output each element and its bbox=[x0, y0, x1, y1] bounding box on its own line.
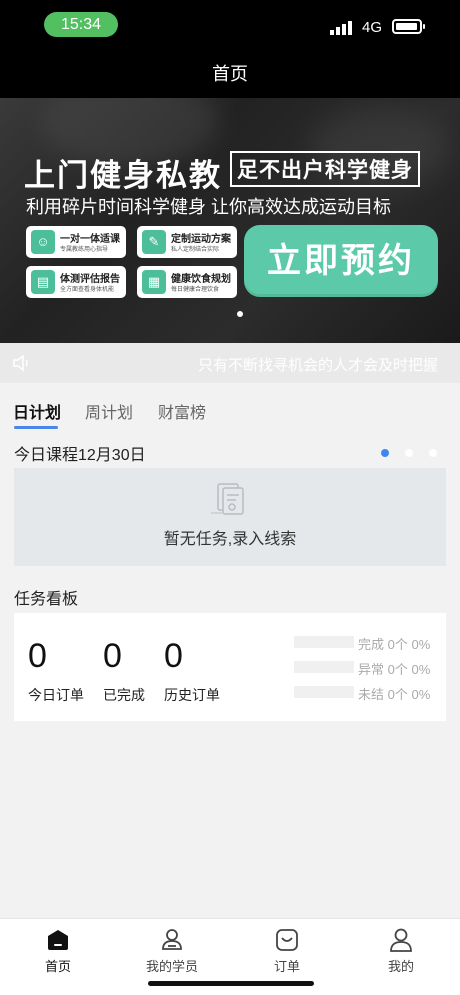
bar-label: 未结 bbox=[358, 687, 385, 702]
feature-card: ▤ 体测评估报告 全方面查看身体机能 bbox=[26, 266, 126, 298]
feature-card: ☺ 一对一体适课 专属教练用心指导 bbox=[26, 226, 126, 258]
feature-title: 体测评估报告 bbox=[60, 274, 120, 285]
stat-today-orders-label: 今日订单 bbox=[28, 687, 84, 703]
progress-bar bbox=[294, 636, 354, 648]
task-board-title: 任务看板 bbox=[14, 591, 79, 608]
profile-icon bbox=[390, 928, 412, 952]
feature-desc: 每日健康合理饮食 bbox=[171, 287, 220, 293]
feature-card: ✎ 定制运动方案 私人定制结合实际 bbox=[137, 226, 237, 258]
book-now-button[interactable]: 立即预约 bbox=[244, 225, 438, 297]
progress-bar bbox=[294, 686, 354, 698]
notice-bar: 只有不断找寻机会的人才会及时把握 bbox=[0, 343, 460, 383]
feature-desc: 私人定制结合实际 bbox=[171, 247, 220, 253]
stat-today-orders-value: 0 bbox=[28, 637, 47, 675]
students-icon bbox=[162, 929, 182, 950]
page-title: 首页 bbox=[0, 50, 460, 98]
bottom-tab-label: 首页 bbox=[44, 959, 71, 974]
home-indicator bbox=[148, 981, 314, 986]
progress-row-complete: 完成 0个 0% bbox=[294, 635, 444, 652]
plan-tabs: 日计划 周计划 财富榜 bbox=[0, 383, 460, 433]
empty-task-card[interactable]: 暂无任务,录入线索 bbox=[14, 468, 446, 566]
speaker-icon bbox=[13, 354, 28, 372]
tab-weekly-plan[interactable]: 周计划 bbox=[85, 399, 133, 423]
bottom-tab-orders[interactable]: 订单 bbox=[247, 927, 327, 975]
report-icon: ▤ bbox=[31, 270, 55, 294]
bottom-tab-label: 我的 bbox=[387, 959, 414, 974]
tab-daily-plan[interactable]: 日计划 bbox=[13, 399, 61, 423]
bar-percent: 0% bbox=[411, 662, 431, 677]
empty-document-icon bbox=[211, 483, 244, 515]
status-time: 15:34 bbox=[44, 12, 118, 37]
progress-row-abnormal: 异常 0个 0% bbox=[294, 660, 444, 677]
stat-completed-label: 已完成 bbox=[103, 687, 145, 703]
course-title: 今日课程12月30日 bbox=[14, 447, 146, 464]
feature-desc: 专属教练用心指导 bbox=[60, 247, 109, 253]
order-icon bbox=[276, 929, 298, 951]
bar-percent: 0% bbox=[411, 687, 431, 702]
status-bar: 15:34 4G bbox=[0, 0, 460, 50]
progress-bar bbox=[294, 661, 354, 673]
task-board: 0 今日订单 0 已完成 0 历史订单 完成 0个 0% 异常 0个 0% 未结… bbox=[14, 613, 446, 721]
promo-banner[interactable]: 上门健身私教 足不出户科学健身 利用碎片时间科学健身 让你高效达成运动目标 ☺ … bbox=[0, 98, 460, 343]
bottom-tab-home[interactable]: 首页 bbox=[18, 927, 98, 975]
notice-text: 只有不断找寻机会的人才会及时把握 bbox=[198, 357, 439, 374]
signal-icon bbox=[330, 19, 354, 35]
bar-count: 0个 bbox=[387, 637, 408, 652]
bar-label: 完成 bbox=[358, 637, 385, 652]
home-icon bbox=[48, 930, 68, 950]
person-icon: ☺ bbox=[31, 230, 55, 254]
progress-row-unsettled: 未结 0个 0% bbox=[294, 685, 444, 702]
page-dot[interactable] bbox=[405, 449, 413, 457]
tab-wealth-rank[interactable]: 财富榜 bbox=[158, 399, 206, 423]
feature-title: 定制运动方案 bbox=[171, 234, 231, 245]
bottom-tab-label: 我的学员 bbox=[145, 959, 198, 974]
empty-task-text: 暂无任务,录入线索 bbox=[163, 531, 297, 548]
bar-percent: 0% bbox=[411, 637, 431, 652]
banner-subtitle: 利用碎片时间科学健身 让你高效达成运动目标 bbox=[26, 197, 391, 217]
stat-history-orders-value: 0 bbox=[164, 637, 183, 675]
bar-label: 异常 bbox=[358, 662, 385, 677]
tab-underline bbox=[14, 426, 58, 429]
banner-page-dot bbox=[237, 311, 243, 317]
bottom-tab-label: 订单 bbox=[273, 959, 300, 974]
stat-completed-value: 0 bbox=[103, 637, 122, 675]
bottom-tab-profile[interactable]: 我的 bbox=[361, 927, 441, 975]
feature-card: ▦ 健康饮食规划 每日健康合理饮食 bbox=[137, 266, 237, 298]
bottom-tab-students[interactable]: 我的学员 bbox=[132, 927, 212, 975]
bar-count: 0个 bbox=[387, 662, 408, 677]
bar-count: 0个 bbox=[387, 687, 408, 702]
page-dot[interactable] bbox=[429, 449, 437, 457]
page-dot-active[interactable] bbox=[381, 449, 389, 457]
feature-desc: 全方面查看身体机能 bbox=[60, 287, 115, 293]
feature-title: 一对一体适课 bbox=[60, 234, 120, 245]
feature-title: 健康饮食规划 bbox=[171, 274, 231, 285]
network-label: 4G bbox=[362, 19, 383, 36]
banner-title: 上门健身私教 bbox=[24, 158, 222, 193]
dumbbell-icon: ✎ bbox=[142, 230, 166, 254]
banner-tag: 足不出户科学健身 bbox=[230, 151, 420, 187]
battery-icon bbox=[392, 19, 425, 34]
stat-history-orders-label: 历史订单 bbox=[164, 687, 220, 703]
calendar-icon: ▦ bbox=[142, 270, 166, 294]
